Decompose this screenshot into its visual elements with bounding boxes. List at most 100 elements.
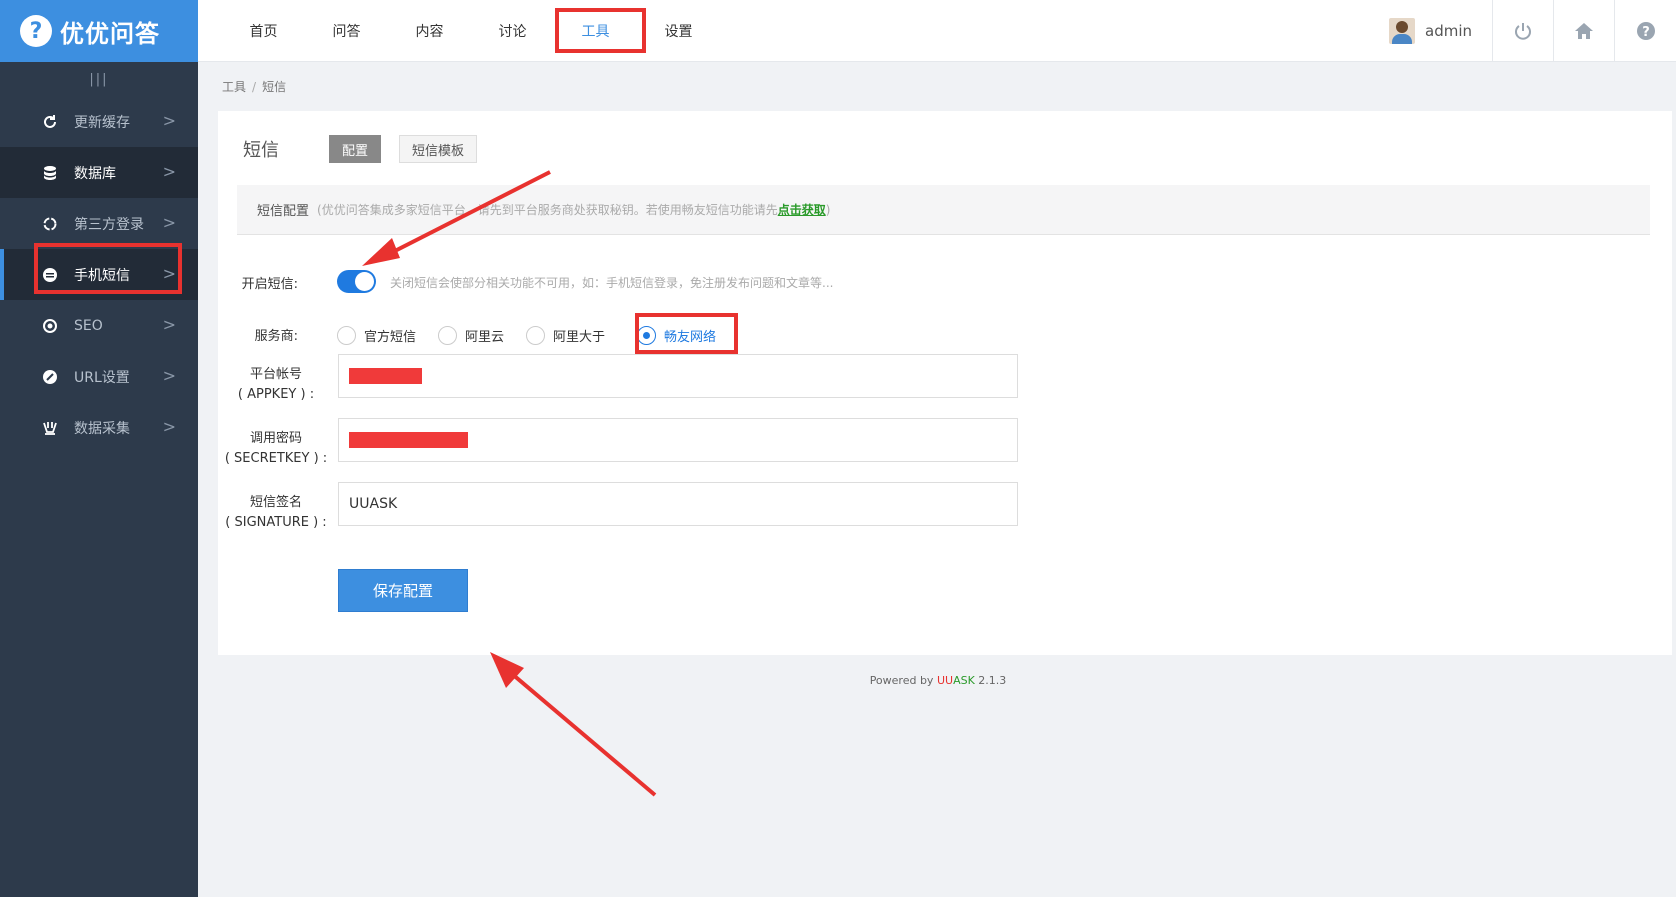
home-icon[interactable] (1554, 0, 1615, 62)
get-key-link[interactable]: 点击获取 (778, 201, 826, 218)
footer: Powered by UUASK 2.1.3 (0, 674, 1676, 687)
footer-prefix: Powered by (869, 674, 937, 687)
radio-circle[interactable] (637, 326, 657, 345)
provider-radio-aliyun[interactable]: 阿里云 (438, 326, 504, 345)
chevron-right-icon: > (162, 315, 176, 334)
topbar: 首页 问答 内容 讨论 工具 设置 admin ? (198, 0, 1676, 62)
signature-field[interactable]: UUASK (338, 482, 1018, 526)
link-icon (42, 369, 58, 385)
sidebar-item-data-collect[interactable]: 数据采集 > (0, 402, 198, 453)
chevron-right-icon: > (162, 264, 176, 283)
tab-config[interactable]: 配置 (329, 135, 382, 163)
signature-label-en: ( SIGNATURE ) : (225, 515, 327, 530)
nav-discussion[interactable]: 讨论 (471, 21, 554, 41)
sidebar-item-seo[interactable]: SEO > (0, 300, 198, 351)
provider-radio-group: 官方短信 阿里云 阿里大于 畅友网络 (337, 326, 738, 345)
provider-label: 服务商: (254, 329, 298, 344)
chevron-right-icon: > (162, 162, 176, 181)
radio-label: 阿里大于 (553, 330, 606, 345)
redacted-value (349, 432, 468, 448)
chevron-right-icon: > (162, 417, 176, 436)
sidebar-item-label: 第三方登录 (74, 216, 144, 233)
footer-brand-uu: UU (936, 674, 954, 687)
sidebar-item-database[interactable]: 数据库 > (0, 147, 198, 198)
page-title: 短信 (243, 140, 279, 161)
provider-radio-official[interactable]: 官方短信 (337, 326, 416, 345)
target-icon (42, 318, 58, 334)
chevron-right-icon: > (162, 366, 176, 385)
redacted-value (349, 368, 422, 384)
notice-text: (优优问答集成多家短信平台，请先到平台服务商处获取秘钥。若使用畅友短信功能请先 (317, 203, 778, 217)
avatar (1389, 18, 1415, 44)
breadcrumb-tools[interactable]: 工具 (222, 80, 246, 94)
logo-question-icon: ? (20, 15, 52, 47)
sidebar-item-label: 数据库 (74, 165, 116, 182)
notice-bar: 短信配置 (优优问答集成多家短信平台，请先到平台服务商处获取秘钥。若使用畅友短信… (237, 185, 1650, 235)
secretkey-field[interactable] (338, 418, 1018, 462)
appkey-label-cn: 平台帐号 (249, 367, 302, 382)
breadcrumb-sms: 短信 (262, 80, 287, 94)
chevron-right-icon: > (162, 213, 176, 232)
secretkey-label-en: ( SECRETKEY ) : (224, 451, 328, 466)
sidebar-item-third-party-login[interactable]: 第三方登录 > (0, 198, 198, 249)
svg-text:?: ? (1642, 25, 1650, 40)
radio-label: 阿里云 (465, 330, 505, 345)
breadcrumb-separator: / (252, 80, 257, 94)
chevron-right-icon: > (162, 111, 176, 130)
power-icon[interactable] (1493, 0, 1554, 62)
appkey-label-en: ( APPKEY ) : (237, 387, 315, 402)
signature-label: 短信签名 ( SIGNATURE ) : (218, 493, 334, 533)
sidebar-item-sms[interactable]: 手机短信 > (0, 249, 198, 300)
sidebar: ? 优优问答 ||| 更新缓存 > 数据库 > 第三方登录 > 手机短信 > S… (0, 0, 198, 897)
top-right-actions: admin ? (1371, 0, 1676, 62)
appkey-label: 平台帐号 ( APPKEY ) : (218, 365, 334, 405)
sidebar-item-label: 更新缓存 (74, 114, 130, 131)
nav-home[interactable]: 首页 (222, 21, 305, 41)
save-config-button[interactable]: 保存配置 (338, 569, 468, 612)
nav-settings[interactable]: 设置 (637, 21, 720, 41)
radio-circle[interactable] (526, 326, 546, 345)
sidebar-collapse-toggle[interactable]: ||| (0, 62, 198, 96)
sidebar-item-label: URL设置 (74, 369, 130, 386)
tab-sms-template[interactable]: 短信模板 (399, 135, 478, 163)
sidebar-item-url-settings[interactable]: URL设置 > (0, 351, 198, 402)
user-menu[interactable]: admin (1371, 0, 1493, 62)
nav-qa[interactable]: 问答 (305, 21, 388, 41)
sms-enable-hint: 关闭短信会使部分相关功能不可用，如：手机短信登录，免注册发布问题和文章等... (390, 276, 834, 290)
radio-label: 畅友网络 (664, 330, 717, 345)
footer-version: 2.1.3 (974, 674, 1007, 687)
footer-brand-ask: ASK (953, 674, 975, 687)
brand-name: 优优问答 (60, 19, 160, 48)
collect-icon (42, 420, 58, 436)
sidebar-item-cache[interactable]: 更新缓存 > (0, 96, 198, 147)
notice-close-paren: ) (825, 202, 831, 217)
radio-label: 官方短信 (364, 330, 417, 345)
refresh-icon (42, 114, 58, 130)
nav-tools[interactable]: 工具 (554, 21, 637, 41)
message-icon (42, 267, 58, 283)
appkey-field[interactable] (338, 354, 1018, 398)
username: admin (1425, 22, 1472, 40)
sync-icon (42, 216, 58, 232)
nav-content[interactable]: 内容 (388, 21, 471, 41)
sidebar-item-label: SEO (74, 317, 103, 334)
provider-radio-changyou[interactable]: 畅友网络 (637, 326, 716, 345)
help-icon[interactable]: ? (1615, 0, 1676, 62)
breadcrumb: 工具 / 短信 (222, 78, 286, 95)
top-nav: 首页 问答 内容 讨论 工具 设置 (222, 0, 720, 62)
logo[interactable]: ? 优优问答 (0, 0, 198, 62)
sidebar-item-label: 手机短信 (74, 267, 130, 284)
radio-circle[interactable] (337, 326, 356, 345)
provider-radio-alidayu[interactable]: 阿里大于 (526, 326, 605, 345)
secretkey-label-cn: 调用密码 (249, 431, 302, 446)
signature-label-cn: 短信签名 (249, 495, 302, 510)
sms-config-panel: 短信 配置 短信模板 短信配置 (优优问答集成多家短信平台，请先到平台服务商处获… (218, 111, 1672, 655)
sms-enable-toggle[interactable] (337, 270, 376, 293)
panel-header: 短信 配置 短信模板 (243, 135, 495, 163)
signature-value: UUASK (349, 496, 398, 512)
database-icon (42, 165, 58, 181)
secretkey-label: 调用密码 ( SECRETKEY ) : (218, 429, 334, 469)
radio-circle[interactable] (438, 326, 458, 345)
notice-label: 短信配置 (257, 204, 310, 219)
sms-enable-label: 开启短信: (241, 277, 298, 292)
